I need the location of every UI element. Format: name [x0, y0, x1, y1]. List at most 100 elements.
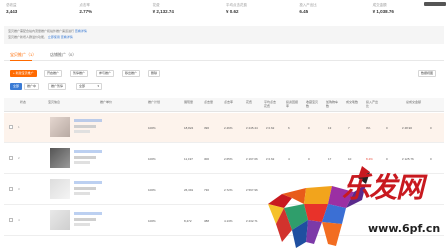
brand-name: 乐发网	[342, 171, 424, 204]
cell-cost: ¥ 232.71	[246, 219, 258, 223]
stat-cost: 花费 ¥ 2,132.74	[151, 3, 224, 21]
cell-amount: ¥ 125.76	[402, 157, 414, 161]
table-header: 状态 宝贝信息 推广单价 推广计划 展现量 点击量 点击率 花费 平均点击花费 …	[4, 98, 444, 112]
product-title[interactable]	[74, 150, 102, 153]
column-header: 推广计划	[148, 100, 161, 104]
cell-ctr: 2.46%	[224, 126, 233, 130]
notice-line-1: 宝贝推广需配合站内流量推广和站外推广渠道进行 查看详情	[8, 29, 87, 33]
filter-active[interactable]: 推广中	[24, 83, 40, 90]
start-promotion-button[interactable]: 开启推广	[44, 70, 63, 77]
cell-metric: 0	[308, 126, 310, 130]
data-view-button[interactable]: 数据视图	[417, 70, 436, 77]
cell-rate: 100%	[148, 188, 156, 192]
tab-shop-promotion[interactable]: 店铺推广（0）	[50, 52, 76, 58]
tab-item-promotion[interactable]: 宝贝推广（1）	[10, 52, 36, 58]
cell-impressions: 26,391	[184, 188, 194, 192]
notice-link[interactable]: 立即使用	[48, 35, 60, 39]
notice-link[interactable]: 查看详情	[75, 29, 87, 33]
column-header: 推广单价	[100, 100, 113, 104]
cell-impressions: 11,197	[184, 157, 193, 161]
cell-metric: 0	[308, 157, 310, 161]
cell-ctr: 2.72%	[224, 188, 233, 192]
product-meta	[74, 161, 90, 164]
product-thumbnail[interactable]	[50, 210, 70, 230]
row-index: 3	[18, 187, 20, 191]
filter-paused[interactable]: 推广暂停	[48, 83, 67, 90]
cell-cost: ¥ 197.06	[246, 157, 258, 161]
notice-line-2: 宝贝推广新增人群溢价功能， 立即使用 查看详情	[8, 35, 73, 39]
cell-amount: ¥ 48.90	[402, 126, 413, 130]
stat-ctr: 点击率 2.77%	[77, 3, 150, 21]
column-header: 加购物车数	[326, 100, 339, 108]
stat-value: 2.77%	[79, 9, 93, 14]
remove-promotion-button[interactable]: 移出推广	[122, 70, 141, 77]
column-header: 花费	[246, 100, 253, 104]
new-promotion-button[interactable]: + 新建宝贝推广	[10, 70, 37, 77]
cell-metric: 7	[348, 126, 350, 130]
stat-roi: 投入产出比 6.45	[297, 3, 370, 21]
row-checkbox[interactable]	[9, 187, 13, 191]
column-header: 投入产出比	[366, 100, 379, 108]
cell-metric: 6	[288, 126, 290, 130]
product-meta	[74, 187, 96, 190]
row-index: 2	[18, 156, 20, 160]
cell-metric: 0	[430, 157, 432, 161]
status-select[interactable]: 全部 ▾	[76, 83, 102, 90]
row-checkbox[interactable]	[9, 156, 13, 160]
active-tab-indicator	[10, 60, 32, 61]
filter-bar: 全部 推广中 推广暂停 全部 ▾	[10, 83, 444, 91]
product-thumbnail[interactable]	[50, 179, 70, 199]
notice-link[interactable]: 查看详情	[61, 35, 73, 39]
column-header: 宝贝信息	[48, 100, 61, 104]
column-header: 点击率	[224, 100, 234, 104]
product-thumbnail[interactable]	[50, 117, 70, 137]
product-thumbnail[interactable]	[50, 148, 70, 168]
row-index: 4	[18, 218, 20, 222]
cell-metric: 4	[288, 157, 290, 161]
row-index: 1	[18, 125, 20, 129]
cell-impressions: 8,472	[184, 219, 192, 223]
column-header: 平均点击花费	[264, 100, 277, 108]
cell-clicks: 300	[204, 157, 210, 161]
stat-value: ¥ 1,038.76	[372, 9, 394, 14]
product-meta	[74, 223, 90, 226]
chevron-down-icon: ▾	[97, 84, 99, 88]
notice-text: 宝贝推广需配合站内流量推广和站外推广渠道进行	[8, 29, 75, 33]
product-meta	[74, 218, 96, 221]
notice-banner: 宝贝推广需配合站内流量推广和站外推广渠道进行 查看详情 宝贝推广新增人群溢价功能…	[4, 26, 444, 44]
cell-cost: ¥ 245.44	[246, 126, 258, 130]
cell-clicks: 730	[204, 188, 210, 192]
cell-metric: 8.4%	[366, 157, 373, 161]
product-meta	[74, 156, 96, 159]
cell-cpc: ¥ 0.62	[266, 157, 275, 161]
product-title[interactable]	[74, 181, 102, 184]
delete-button[interactable]: 删除	[148, 70, 161, 77]
pause-promotion-button[interactable]: 暂停推广	[70, 70, 89, 77]
cell-rate: 100%	[148, 126, 156, 130]
cell-clicks: 396	[204, 126, 210, 130]
product-title[interactable]	[74, 119, 102, 122]
brand-url: www.6pf.cn	[368, 222, 441, 235]
product-meta	[74, 192, 90, 195]
table-row[interactable]: 1 100% 18,824 396 2.46% ¥ 245.44 ¥ 0.62 …	[4, 113, 444, 143]
cell-rate: 100%	[148, 219, 156, 223]
join-promotion-button[interactable]: 参与推广	[96, 70, 115, 77]
stat-value: ¥ 0.62	[225, 9, 239, 14]
column-header: 投资回报率	[286, 100, 299, 108]
row-checkbox[interactable]	[9, 125, 13, 129]
stat-value: ¥ 2,132.74	[152, 9, 174, 14]
cell-ctr: 4.13%	[224, 219, 233, 223]
row-checkbox[interactable]	[9, 218, 13, 222]
column-header: 收藏宝贝数	[306, 100, 319, 108]
cell-metric: 0%	[366, 126, 371, 130]
product-meta	[74, 130, 90, 133]
cell-metric: 17	[328, 157, 332, 161]
cell-metric: 13	[328, 126, 332, 130]
filter-all[interactable]: 全部	[10, 83, 23, 90]
column-header: 状态	[20, 100, 27, 104]
product-title[interactable]	[74, 212, 102, 215]
cell-metric: 0	[386, 126, 388, 130]
product-meta	[74, 125, 96, 128]
notice-text: 宝贝推广新增人群溢价功能，	[8, 35, 48, 39]
column-header: 成交笔数	[346, 100, 359, 104]
